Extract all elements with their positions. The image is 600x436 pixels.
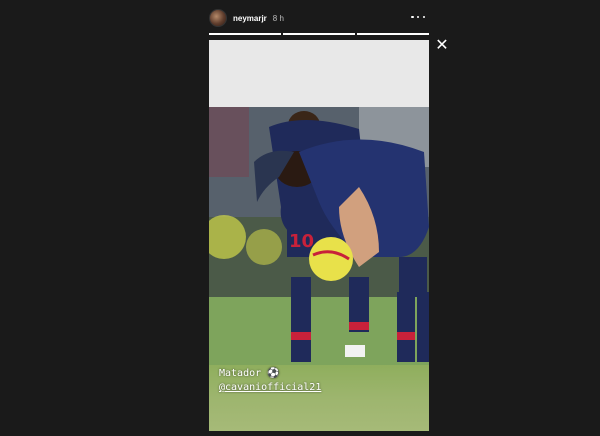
story-caption: Matador ⚽ @cavaniofficial21 [219, 367, 419, 395]
caption-text: Matador ⚽ [219, 368, 280, 379]
story-photo: 10 [209, 107, 429, 365]
more-options-icon[interactable] [411, 11, 425, 23]
dot [411, 15, 414, 19]
story-username[interactable]: neymarjr [233, 14, 267, 23]
progress-segment [209, 33, 281, 35]
caption-mention-link[interactable]: @cavaniofficial21 [219, 381, 419, 395]
story-header: neymarjr 8 h [209, 8, 429, 28]
story-viewer: neymarjr 8 h 10 Matador ⚽ @cavaniofficia… [209, 0, 429, 436]
progress-segment [357, 33, 429, 35]
jersey-number: 10 [289, 231, 314, 252]
story-timestamp: 8 h [272, 13, 284, 23]
avatar[interactable] [209, 9, 227, 27]
progress-segment [283, 33, 355, 35]
dot [422, 15, 425, 19]
story-content[interactable]: 10 Matador ⚽ @cavaniofficial21 [209, 40, 429, 431]
dot [416, 15, 420, 19]
story-progress-bar [209, 33, 429, 35]
close-icon[interactable]: ✕ [434, 38, 450, 54]
football-players-photo: 10 [209, 107, 429, 365]
